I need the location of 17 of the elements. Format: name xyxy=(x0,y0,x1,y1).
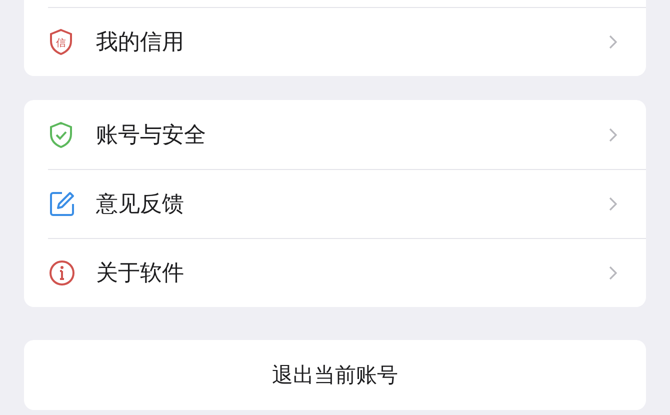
chevron-right-icon xyxy=(608,264,618,280)
row-label: 意见反馈 xyxy=(96,190,185,218)
chevron-right-icon xyxy=(608,126,618,142)
info-icon xyxy=(48,258,76,286)
settings-row[interactable]: 意见反馈 xyxy=(24,169,646,238)
shield-check-icon xyxy=(48,120,74,148)
settings-row[interactable]: 信 我的信用 xyxy=(24,7,646,76)
chevron-right-icon xyxy=(608,196,618,212)
settings-row[interactable]: 关于软件 xyxy=(24,238,646,307)
row-label: 账号与安全 xyxy=(96,122,207,150)
edit-icon xyxy=(48,190,76,218)
row-label: 我的信用 xyxy=(96,28,185,56)
chevron-right-icon xyxy=(608,34,618,50)
row-label: 关于软件 xyxy=(96,260,185,288)
logout-button[interactable]: 退出当前账号 xyxy=(24,340,646,410)
shield-icon: 信 xyxy=(48,28,74,56)
settings-row[interactable]: 账号与安全 xyxy=(24,100,646,169)
